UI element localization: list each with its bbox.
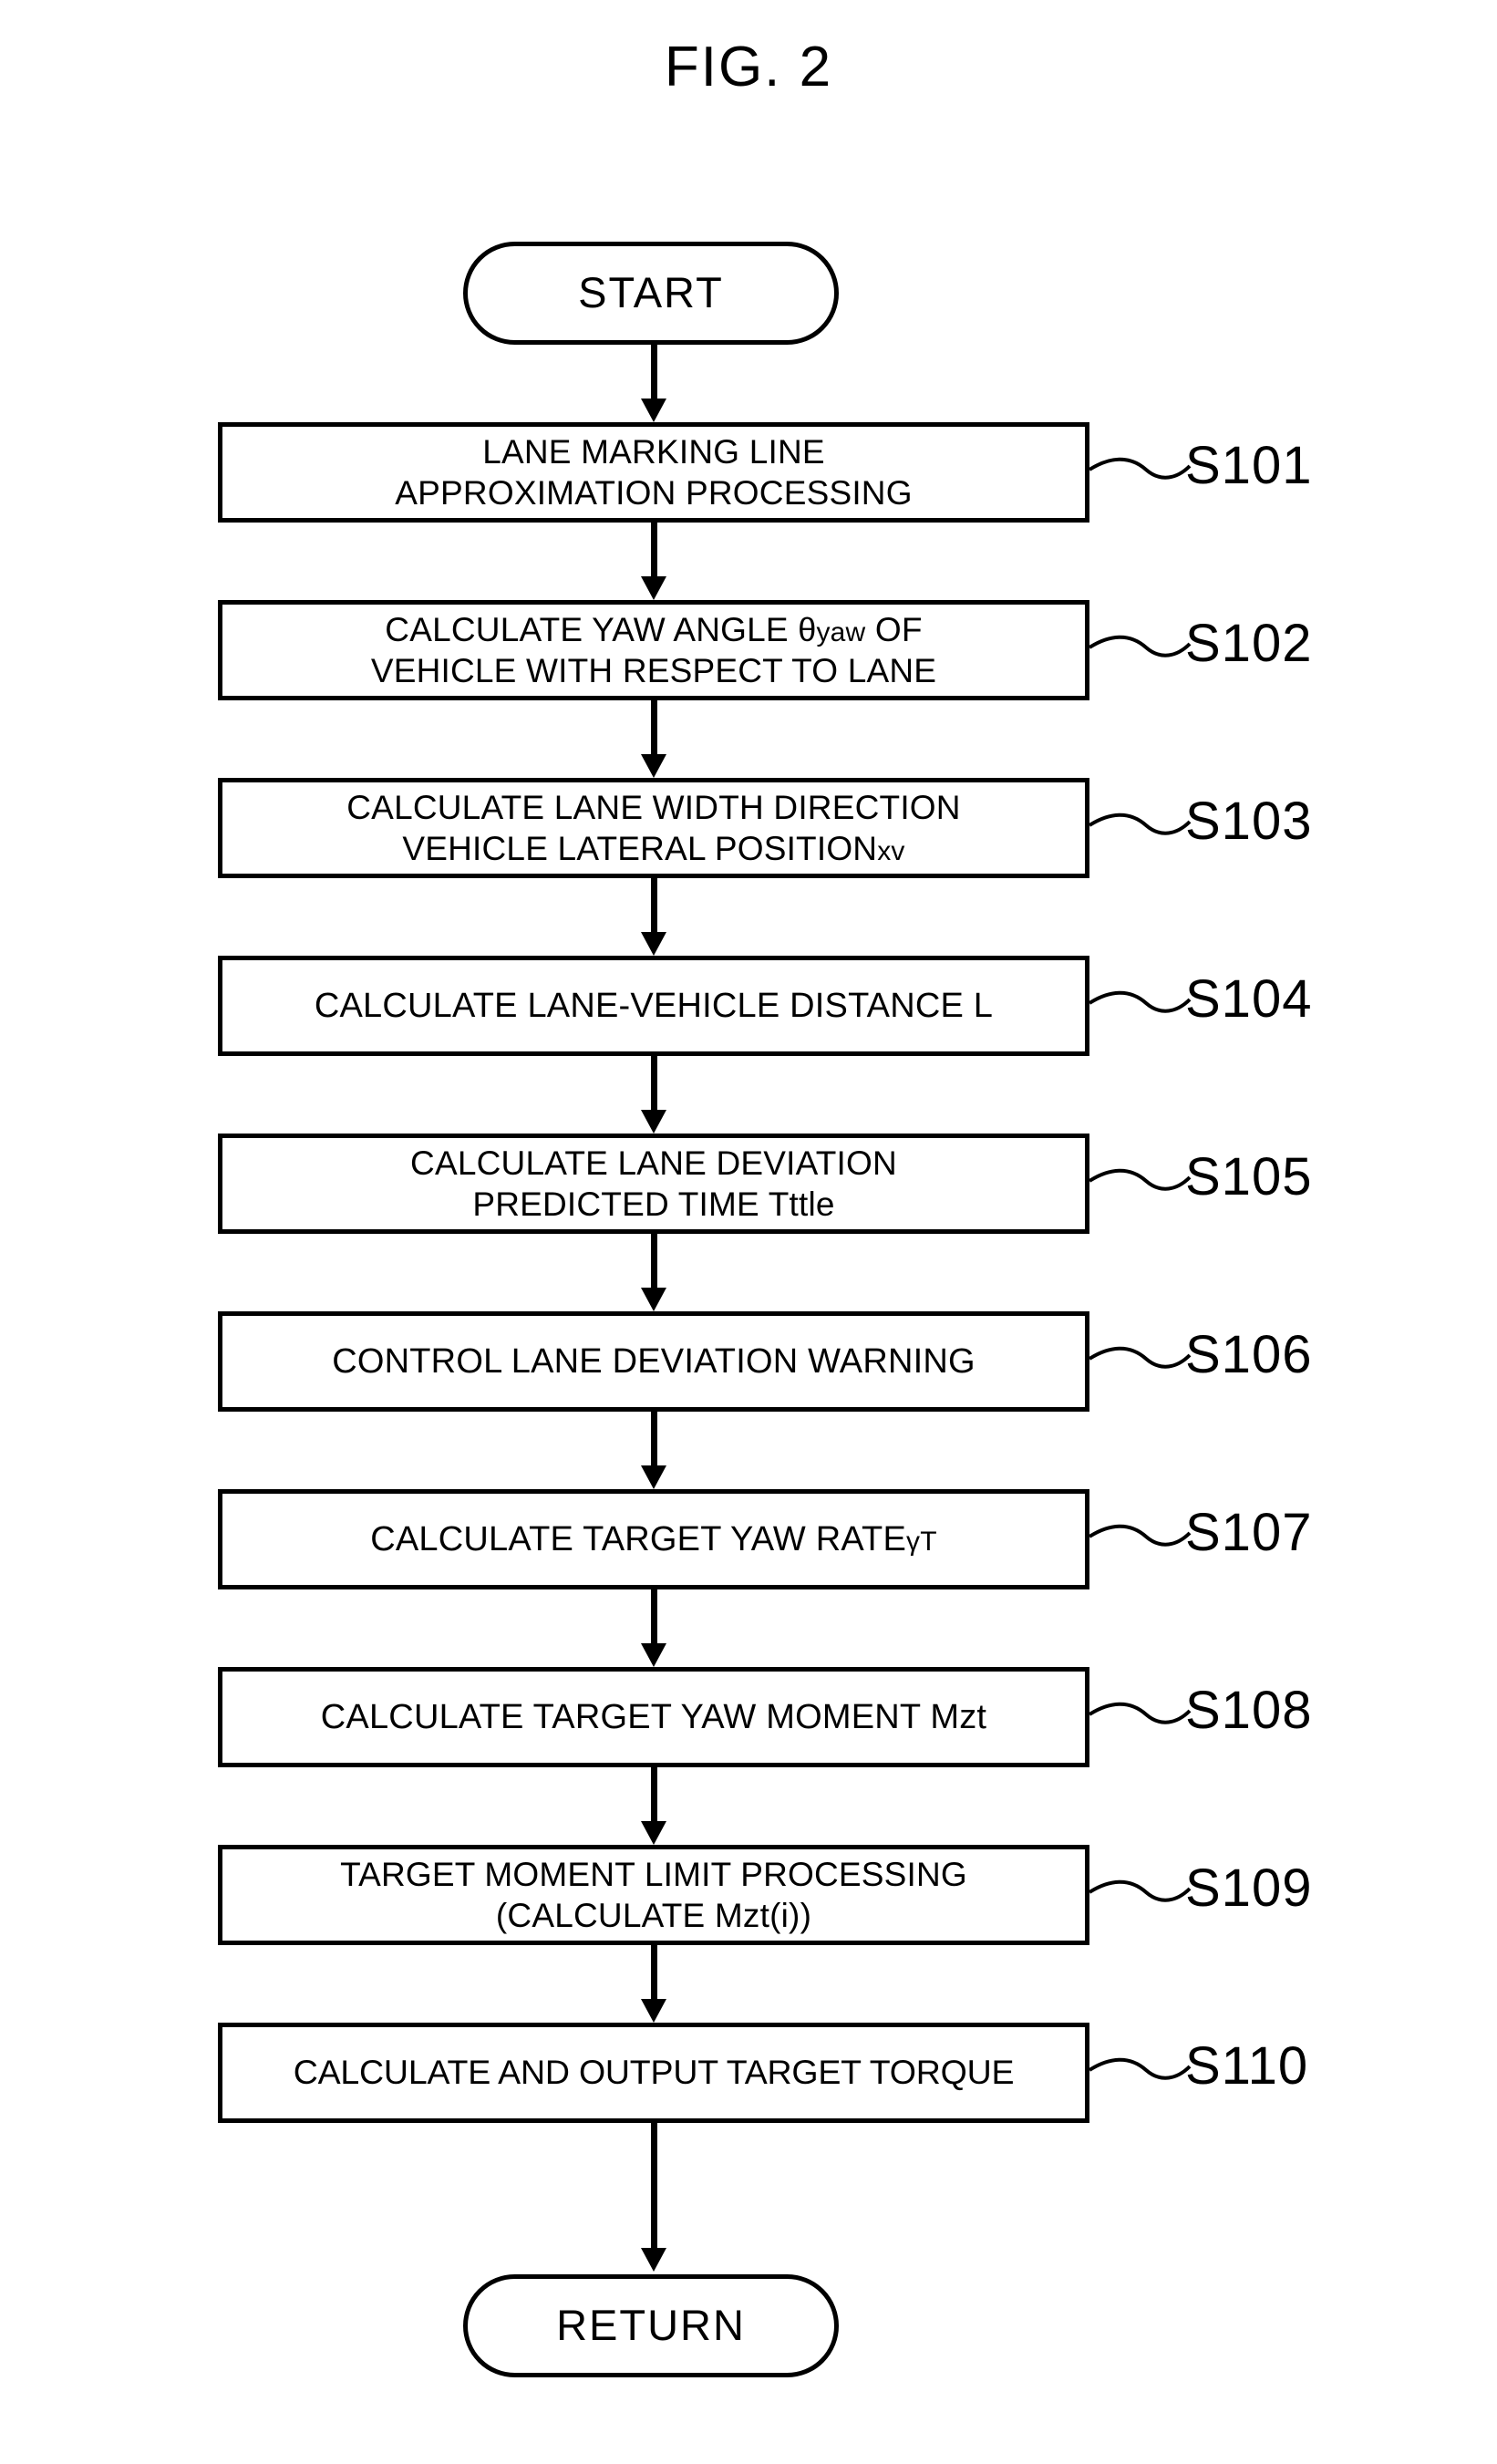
process-box-s104-line-1: CALCULATE LANE-VEHICLE DISTANCE L: [314, 986, 994, 1025]
arrowhead-s105-to-s106: [641, 1288, 666, 1311]
process-box-s101-line-2: APPROXIMATION PROCESSING: [395, 474, 913, 512]
leader-line-s107: [1089, 1518, 1192, 1560]
leader-line-s103: [1089, 807, 1192, 849]
process-box-s103-line-2: VEHICLE LATERAL POSITIONxv: [402, 830, 905, 867]
arrowhead-start-to-s101: [641, 399, 666, 422]
arrowhead-s108-to-s109: [641, 1821, 666, 1845]
process-box-s105-line-1: CALCULATE LANE DEVIATION: [410, 1144, 897, 1182]
leader-line-s102: [1089, 629, 1192, 671]
step-label-s109: S109: [1185, 1858, 1313, 1918]
connector-s103-to-s104: [651, 878, 657, 935]
arrowhead-s102-to-s103: [641, 754, 666, 778]
process-box-s104: CALCULATE LANE-VEHICLE DISTANCE L: [218, 956, 1089, 1056]
connector-start-to-s101: [651, 345, 657, 401]
leader-line-s108: [1089, 1696, 1192, 1738]
process-box-s101: LANE MARKING LINE APPROXIMATION PROCESSI…: [218, 422, 1089, 523]
arrowhead-s106-to-s107: [641, 1465, 666, 1489]
process-box-s109: TARGET MOMENT LIMIT PROCESSING (CALCULAT…: [218, 1845, 1089, 1945]
process-box-s110: CALCULATE AND OUTPUT TARGET TORQUE: [218, 2023, 1089, 2123]
connector-s102-to-s103: [651, 700, 657, 757]
leader-line-s105: [1089, 1163, 1192, 1205]
flowchart-return-node: RETURN: [463, 2274, 839, 2377]
connector-s108-to-s109: [651, 1767, 657, 1824]
process-box-s101-line-1: LANE MARKING LINE: [482, 432, 825, 471]
return-node-label: RETURN: [556, 2301, 746, 2349]
process-box-s102: CALCULATE YAW ANGLE θyaw OF VEHICLE WITH…: [218, 600, 1089, 700]
connector-s110-to-return: [651, 2123, 657, 2251]
step-label-s103: S103: [1185, 792, 1313, 851]
arrowhead-s110-to-return: [641, 2248, 666, 2272]
arrowhead-s103-to-s104: [641, 932, 666, 956]
arrowhead-s101-to-s102: [641, 576, 666, 600]
process-box-s107-line-1: CALCULATE TARGET YAW RATEγT: [370, 1519, 937, 1558]
step-label-s110: S110: [1185, 2036, 1309, 2096]
leader-line-s101: [1089, 451, 1192, 493]
figure-title: FIG. 2: [664, 36, 833, 98]
process-box-s102-line-2: VEHICLE WITH RESPECT TO LANE: [370, 652, 937, 689]
start-node-label: START: [578, 268, 724, 316]
leader-line-s109: [1089, 1874, 1192, 1916]
connector-s109-to-s110: [651, 1945, 657, 2002]
process-box-s103-line-1: CALCULATE LANE WIDTH DIRECTION: [346, 788, 961, 826]
step-label-s106: S106: [1185, 1325, 1313, 1384]
process-box-s102-line-1: CALCULATE YAW ANGLE θyaw OF: [385, 610, 923, 648]
process-box-s103: CALCULATE LANE WIDTH DIRECTION VEHICLE L…: [218, 778, 1089, 878]
arrowhead-s107-to-s108: [641, 1643, 666, 1667]
connector-s106-to-s107: [651, 1412, 657, 1468]
step-label-s107: S107: [1185, 1503, 1313, 1562]
flowchart-start-node: START: [463, 242, 839, 345]
process-box-s108-line-1: CALCULATE TARGET YAW MOMENT Mzt: [320, 1697, 987, 1736]
leader-line-s110: [1089, 2052, 1192, 2094]
process-box-s105-line-2: PREDICTED TIME Tttle: [472, 1185, 835, 1223]
leader-line-s104: [1089, 985, 1192, 1027]
step-label-s108: S108: [1185, 1681, 1313, 1740]
process-box-s109-line-1: TARGET MOMENT LIMIT PROCESSING: [340, 1855, 967, 1893]
arrowhead-s109-to-s110: [641, 1999, 666, 2023]
connector-s107-to-s108: [651, 1589, 657, 1646]
process-box-s106: CONTROL LANE DEVIATION WARNING: [218, 1311, 1089, 1412]
connector-s105-to-s106: [651, 1234, 657, 1290]
process-box-s107: CALCULATE TARGET YAW RATEγT: [218, 1489, 1089, 1589]
arrowhead-s104-to-s105: [641, 1110, 666, 1134]
process-box-s105: CALCULATE LANE DEVIATION PREDICTED TIME …: [218, 1134, 1089, 1234]
process-box-s110-line-1: CALCULATE AND OUTPUT TARGET TORQUE: [293, 2053, 1015, 2092]
process-box-s109-line-2: (CALCULATE Mzt(i)): [495, 1897, 812, 1934]
step-label-s104: S104: [1185, 969, 1313, 1029]
step-label-s105: S105: [1185, 1147, 1313, 1206]
leader-line-s106: [1089, 1341, 1192, 1382]
connector-s101-to-s102: [651, 523, 657, 579]
step-label-s101: S101: [1185, 436, 1313, 495]
step-label-s102: S102: [1185, 614, 1313, 673]
process-box-s108: CALCULATE TARGET YAW MOMENT Mzt: [218, 1667, 1089, 1767]
connector-s104-to-s105: [651, 1056, 657, 1113]
process-box-s106-line-1: CONTROL LANE DEVIATION WARNING: [332, 1341, 976, 1381]
